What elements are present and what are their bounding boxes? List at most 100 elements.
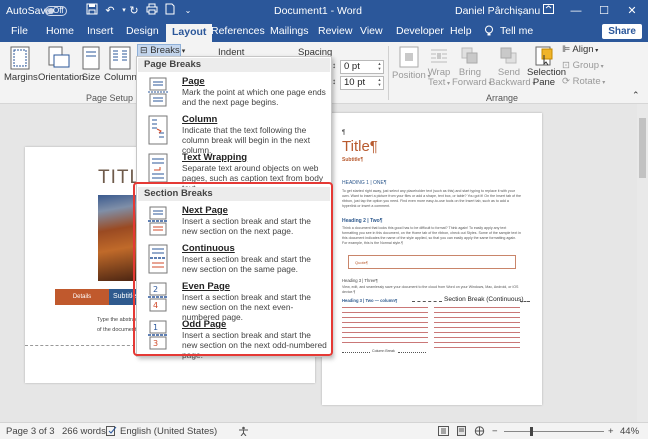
wrap-text-button[interactable]: Wrap Text ▾ [426,46,452,89]
chevron-down-icon: ▾ [179,48,186,55]
zoom-slider-thumb[interactable] [530,427,533,436]
right-page-title: Title¶ [342,138,378,155]
menu-item-next-page[interactable]: Next Page Insert a section break and sta… [138,203,330,241]
columns-icon [109,46,131,70]
collapse-ribbon-icon[interactable]: ⌃ [632,90,640,101]
send-backward-icon [500,47,517,64]
scrollbar-thumb[interactable] [639,118,646,178]
spacing-before-input[interactable]: 0 pt [340,60,384,74]
paragraph-2: Think a document that looks this good ha… [342,226,521,245]
web-layout-icon[interactable] [474,426,485,439]
columns-button[interactable]: Columns [104,46,142,83]
page-3[interactable]: ¶ Title¶ Subtitle¶ HEADING 1 | ONE¶ To g… [322,113,542,405]
section-break-line-left [412,301,442,302]
accessibility-icon[interactable] [238,426,249,439]
arrange-group-label: Arrange [486,93,519,103]
quick-print-icon[interactable] [144,3,160,19]
menu-item-even-page[interactable]: 24 Even Page Insert a section break and … [138,279,330,322]
menu-item-odd-page-desc: Insert a section break and start the new… [182,330,327,360]
print-layout-icon[interactable] [456,426,467,439]
menu-item-next-page-desc: Insert a section break and start the new… [182,216,311,236]
share-button[interactable]: Share [602,24,642,39]
align-icon: ⊫ [562,44,571,55]
bring-forward-label-2: Forward [452,77,487,88]
group-button[interactable]: ⊡ Group ▾ [562,60,604,71]
language-indicator[interactable]: English (United States) [120,426,217,437]
svg-text:3: 3 [153,339,158,348]
focus-mode-icon[interactable] [438,426,449,439]
rotate-button[interactable]: ⟳ Rotate ▾ [562,76,605,87]
tab-design[interactable]: Design [126,25,159,37]
menu-item-page-break[interactable]: Page Mark the point at which one page en… [138,74,330,112]
tell-me-search[interactable]: Tell me [500,25,533,37]
group-icon: ⊡ [562,60,570,71]
margins-button[interactable]: Margins [4,46,38,83]
section-break-line-right [520,301,530,302]
zoom-out-button[interactable]: − [492,426,498,437]
spacing-after-input[interactable]: 10 pt [340,76,384,90]
status-bar: Page 3 of 3 266 words English (United St… [0,422,648,439]
customize-toolbar-icon[interactable]: ⌄ [180,3,196,19]
ribbon-display-options-icon[interactable] [534,0,562,22]
vertical-scrollbar[interactable] [637,104,648,422]
tab-developer[interactable]: Developer [396,25,444,37]
tab-home[interactable]: Home [46,25,74,37]
tab-review[interactable]: Review [318,25,352,37]
menu-item-column-title: Column [182,114,218,125]
orientation-button[interactable]: Orientation [38,46,84,83]
send-backward-button[interactable]: Send Backward ▾ [489,46,535,89]
align-label: Align [572,44,594,55]
group-divider [388,46,389,100]
selection-pane-icon [535,46,553,66]
proofing-icon[interactable] [106,426,117,439]
user-name[interactable]: Daniel Pârchișanu [455,5,540,17]
tab-layout[interactable]: Layout [166,24,213,42]
bring-forward-button[interactable]: Bring Forward ▾ [452,46,492,89]
tab-references[interactable]: References [211,25,265,37]
align-button[interactable]: ⊫ Align ▾ [562,44,598,55]
new-document-icon[interactable] [162,3,178,19]
zoom-level[interactable]: 44% [620,426,639,437]
zoom-slider[interactable] [504,427,604,436]
menu-item-next-page-title: Next Page [182,205,228,216]
tab-mailings[interactable]: Mailings [270,25,309,37]
left-page-body-1: Type the abstract [97,317,140,323]
breaks-dropdown-menu: Page Breaks Page Mark the point at which… [136,56,332,360]
bring-forward-icon [461,47,478,64]
tab-help[interactable]: Help [450,25,472,37]
menu-item-column-break[interactable]: Column Indicate that the text following … [138,112,330,155]
maximize-icon[interactable]: ☐ [590,0,618,22]
minimize-icon[interactable]: — [562,0,590,22]
menu-item-text-wrapping[interactable]: Text Wrapping Separate text around objec… [138,150,330,193]
close-icon[interactable]: ✕ [618,0,646,22]
quote-box: Quote¶ [348,255,516,269]
column-break-line-left [342,352,370,353]
save-icon[interactable] [84,3,100,19]
tab-file[interactable]: File [11,25,28,37]
tab-insert[interactable]: Insert [87,25,113,37]
paragraph-1: To get started right away, just select a… [342,189,522,208]
menu-item-even-page-title: Even Page [182,281,231,292]
svg-text:1: 1 [153,323,158,332]
word-count[interactable]: 266 words [62,426,106,437]
title-bar: AutoSave Off ↶ ▾ ↻ ⌄ Document1 - Word Da… [0,0,648,22]
ribbon-tabs: File Home Insert Design Layout Reference… [0,22,648,42]
autosave-state: Off [53,6,64,15]
menu-item-continuous[interactable]: Continuous Insert a section break and st… [138,241,330,279]
selection-pane-button[interactable]: Selection Pane [527,46,566,88]
selection-pane-label-2: Pane [532,77,556,88]
position-button[interactable]: Position ▾ [392,46,431,81]
column-text-left [342,307,428,347]
redo-icon[interactable]: ↻ [126,3,142,19]
menu-item-odd-page[interactable]: 13 Odd Page Insert a section break and s… [138,317,330,360]
page-count[interactable]: Page 3 of 3 [6,426,55,437]
size-button[interactable]: Size [80,46,102,83]
spacing-before-value: 0 pt [344,61,360,72]
section-break-label: Section Break (Continuous) [444,296,524,303]
section-break-continuous: Heading 3 | Two — column¶ Section Break … [342,296,530,305]
margins-icon [10,46,30,70]
svg-text:4: 4 [153,301,158,310]
zoom-in-button[interactable]: + [608,426,614,437]
odd-page-icon: 13 [148,320,168,350]
tab-view[interactable]: View [360,25,383,37]
